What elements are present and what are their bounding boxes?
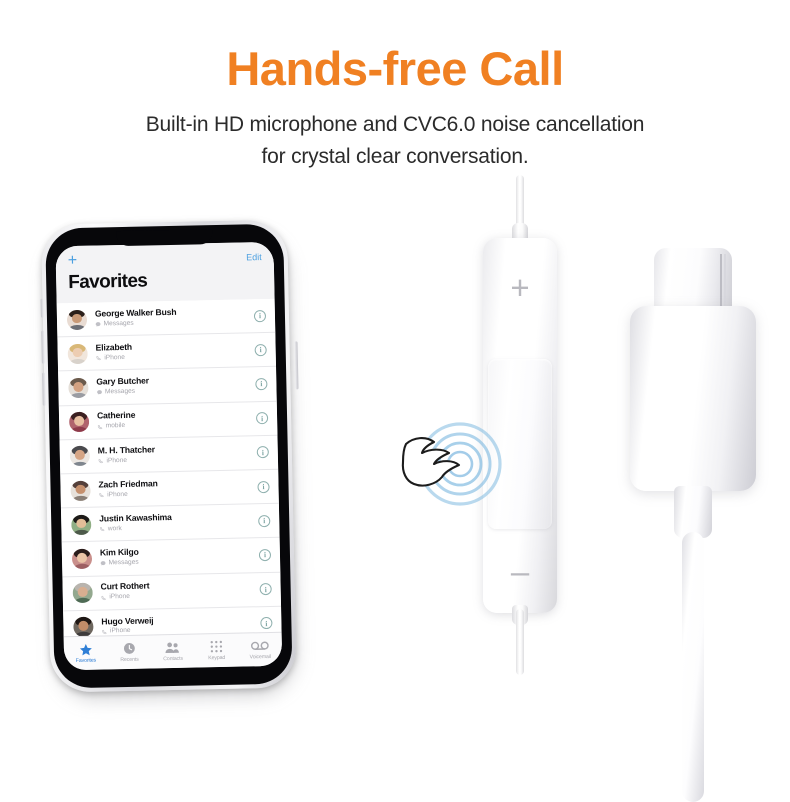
contact-text: Gary Butcher Messages: [96, 374, 255, 397]
smartphone-mockup: + Edit Favorites George Walker Bush Messa…: [40, 219, 303, 704]
phone-handset-icon: [96, 356, 101, 361]
screen-title: Favorites: [68, 270, 148, 294]
promo-subtitle-line-1: Built-in HD microphone and CVC6.0 noise …: [145, 113, 645, 136]
avatar: [67, 343, 88, 364]
tab-label: Keypad: [208, 655, 226, 662]
phone-handset-icon: [98, 458, 104, 463]
phone-handset-icon: [99, 492, 104, 498]
phone-notch: [116, 229, 213, 247]
contact-subtitle-text: Messages: [103, 319, 134, 328]
avatar: [68, 411, 90, 433]
contact-text: Catherine mobile: [97, 409, 256, 432]
phone-handset-icon: [101, 595, 106, 600]
contact-subtitle-text: iPhone: [109, 593, 130, 601]
tab-keypad[interactable]: Keypad: [195, 639, 239, 662]
lower-cable: [516, 609, 524, 675]
avatar: [71, 514, 92, 535]
connector-tip-edge-highlight: [724, 254, 726, 312]
contact-text: Elizabeth iPhone: [96, 340, 255, 363]
contact-info-button[interactable]: i: [254, 343, 267, 357]
contact-info-button[interactable]: i: [253, 309, 267, 322]
phone-handset-icon: [102, 629, 107, 634]
volume-down-symbol[interactable]: –: [483, 555, 557, 588]
contact-info-button[interactable]: i: [255, 377, 268, 391]
avatar: [71, 548, 93, 570]
tab-label: Favorites: [75, 657, 97, 665]
star-icon: [64, 642, 108, 657]
volume-up-symbol[interactable]: +: [483, 271, 557, 304]
power-button[interactable]: [294, 341, 299, 390]
contact-row[interactable]: Gary Butcher Messages i: [58, 367, 277, 406]
contact-subtitle-text: iPhone: [104, 353, 125, 362]
contact-subtitle-text: iPhone: [107, 490, 128, 499]
contact-info-button[interactable]: i: [258, 548, 272, 562]
connector-strain-relief: [674, 486, 712, 538]
avatar: [72, 582, 93, 604]
contact-subtitle-text: work: [107, 524, 122, 533]
contact-text: Justin Kawashima work: [99, 511, 258, 534]
add-favorite-icon[interactable]: +: [68, 252, 78, 269]
phone-screen: + Edit Favorites George Walker Bush Messa…: [55, 241, 283, 671]
tab-label: Contacts: [163, 656, 184, 663]
contact-row[interactable]: George Walker Bush Messages i: [56, 298, 276, 338]
contact-subtitle-text: mobile: [105, 422, 126, 430]
tab-favorites[interactable]: Favorites: [64, 642, 108, 664]
contact-text: Zach Friedman iPhone: [98, 477, 257, 500]
contact-info-button[interactable]: i: [255, 412, 269, 425]
favorites-list[interactable]: George Walker Bush Messages i Elizabeth iPho…: [56, 298, 282, 637]
promo-subtitle-line-2: for crystal clear conversation.: [261, 144, 529, 168]
tab-bar[interactable]: Favorites Recents Contacts Keypad Voicemail: [63, 631, 283, 671]
contact-text: Kim Kilgo Messages: [100, 545, 259, 568]
contact-row[interactable]: Zach Friedman iPhone i: [60, 469, 279, 509]
contact-subtitle-text: Messages: [108, 558, 139, 567]
avatar: [69, 446, 91, 467]
edit-button[interactable]: Edit: [246, 252, 262, 262]
connector-cable: [682, 532, 704, 802]
tab-voicemail[interactable]: Voicemail: [238, 638, 282, 661]
contact-text: Curt Rothert iPhone: [101, 580, 260, 603]
contact-row[interactable]: Kim Kilgo Messages i: [61, 538, 281, 577]
contact-info-button[interactable]: i: [259, 583, 272, 596]
connector-housing: [630, 306, 756, 491]
silent-switch[interactable]: [40, 298, 44, 318]
people-icon: [151, 640, 195, 655]
contact-subtitle-text: iPhone: [106, 456, 128, 464]
connector-tip-edge: [720, 254, 722, 312]
contact-info-button[interactable]: i: [258, 514, 271, 527]
contact-info-button[interactable]: i: [256, 446, 269, 459]
contact-row[interactable]: Elizabeth iPhone i: [57, 332, 277, 372]
message-bubble-icon: [100, 561, 106, 566]
usb-c-connector: [612, 248, 777, 802]
contact-row[interactable]: Catherine mobile i: [58, 401, 278, 441]
nav-bar: + Edit Favorites: [55, 241, 275, 304]
avatar: [70, 480, 91, 501]
contact-row[interactable]: M. H. Thatcher iPhone i: [59, 435, 279, 475]
clock-icon: [107, 641, 151, 656]
avatar: [66, 309, 88, 330]
tab-recents[interactable]: Recents: [107, 641, 151, 663]
tab-label: Recents: [120, 656, 139, 664]
tab-contacts[interactable]: Contacts: [151, 640, 195, 662]
avatar: [73, 616, 94, 637]
tap-gesture-indicator: [392, 412, 512, 522]
phone-handset-icon: [97, 424, 103, 429]
voicemail-icon: [238, 638, 282, 653]
contact-info-button[interactable]: i: [260, 617, 273, 630]
contact-text: George Walker Bush Messages: [95, 306, 254, 329]
page-title: Hands-free Call: [226, 42, 564, 95]
contact-row[interactable]: Justin Kawashima work i: [60, 503, 280, 543]
contact-subtitle-text: Messages: [104, 387, 136, 396]
avatar: [68, 377, 89, 399]
promo-text-block: Hands-free Call Built-in HD microphone a…: [0, 0, 790, 172]
contact-info-button[interactable]: i: [257, 480, 270, 493]
promo-subtitle: Built-in HD microphone and CVC6.0 noise …: [0, 92, 790, 172]
message-bubble-icon: [97, 390, 102, 395]
phone-handset-icon: [99, 527, 105, 532]
message-bubble-icon: [95, 322, 101, 327]
contact-text: M. H. Thatcher iPhone: [98, 443, 257, 466]
keypad-icon: [195, 639, 239, 654]
volume-up-button[interactable]: [41, 330, 45, 364]
contact-row[interactable]: Curt Rothert iPhone i: [62, 572, 282, 612]
